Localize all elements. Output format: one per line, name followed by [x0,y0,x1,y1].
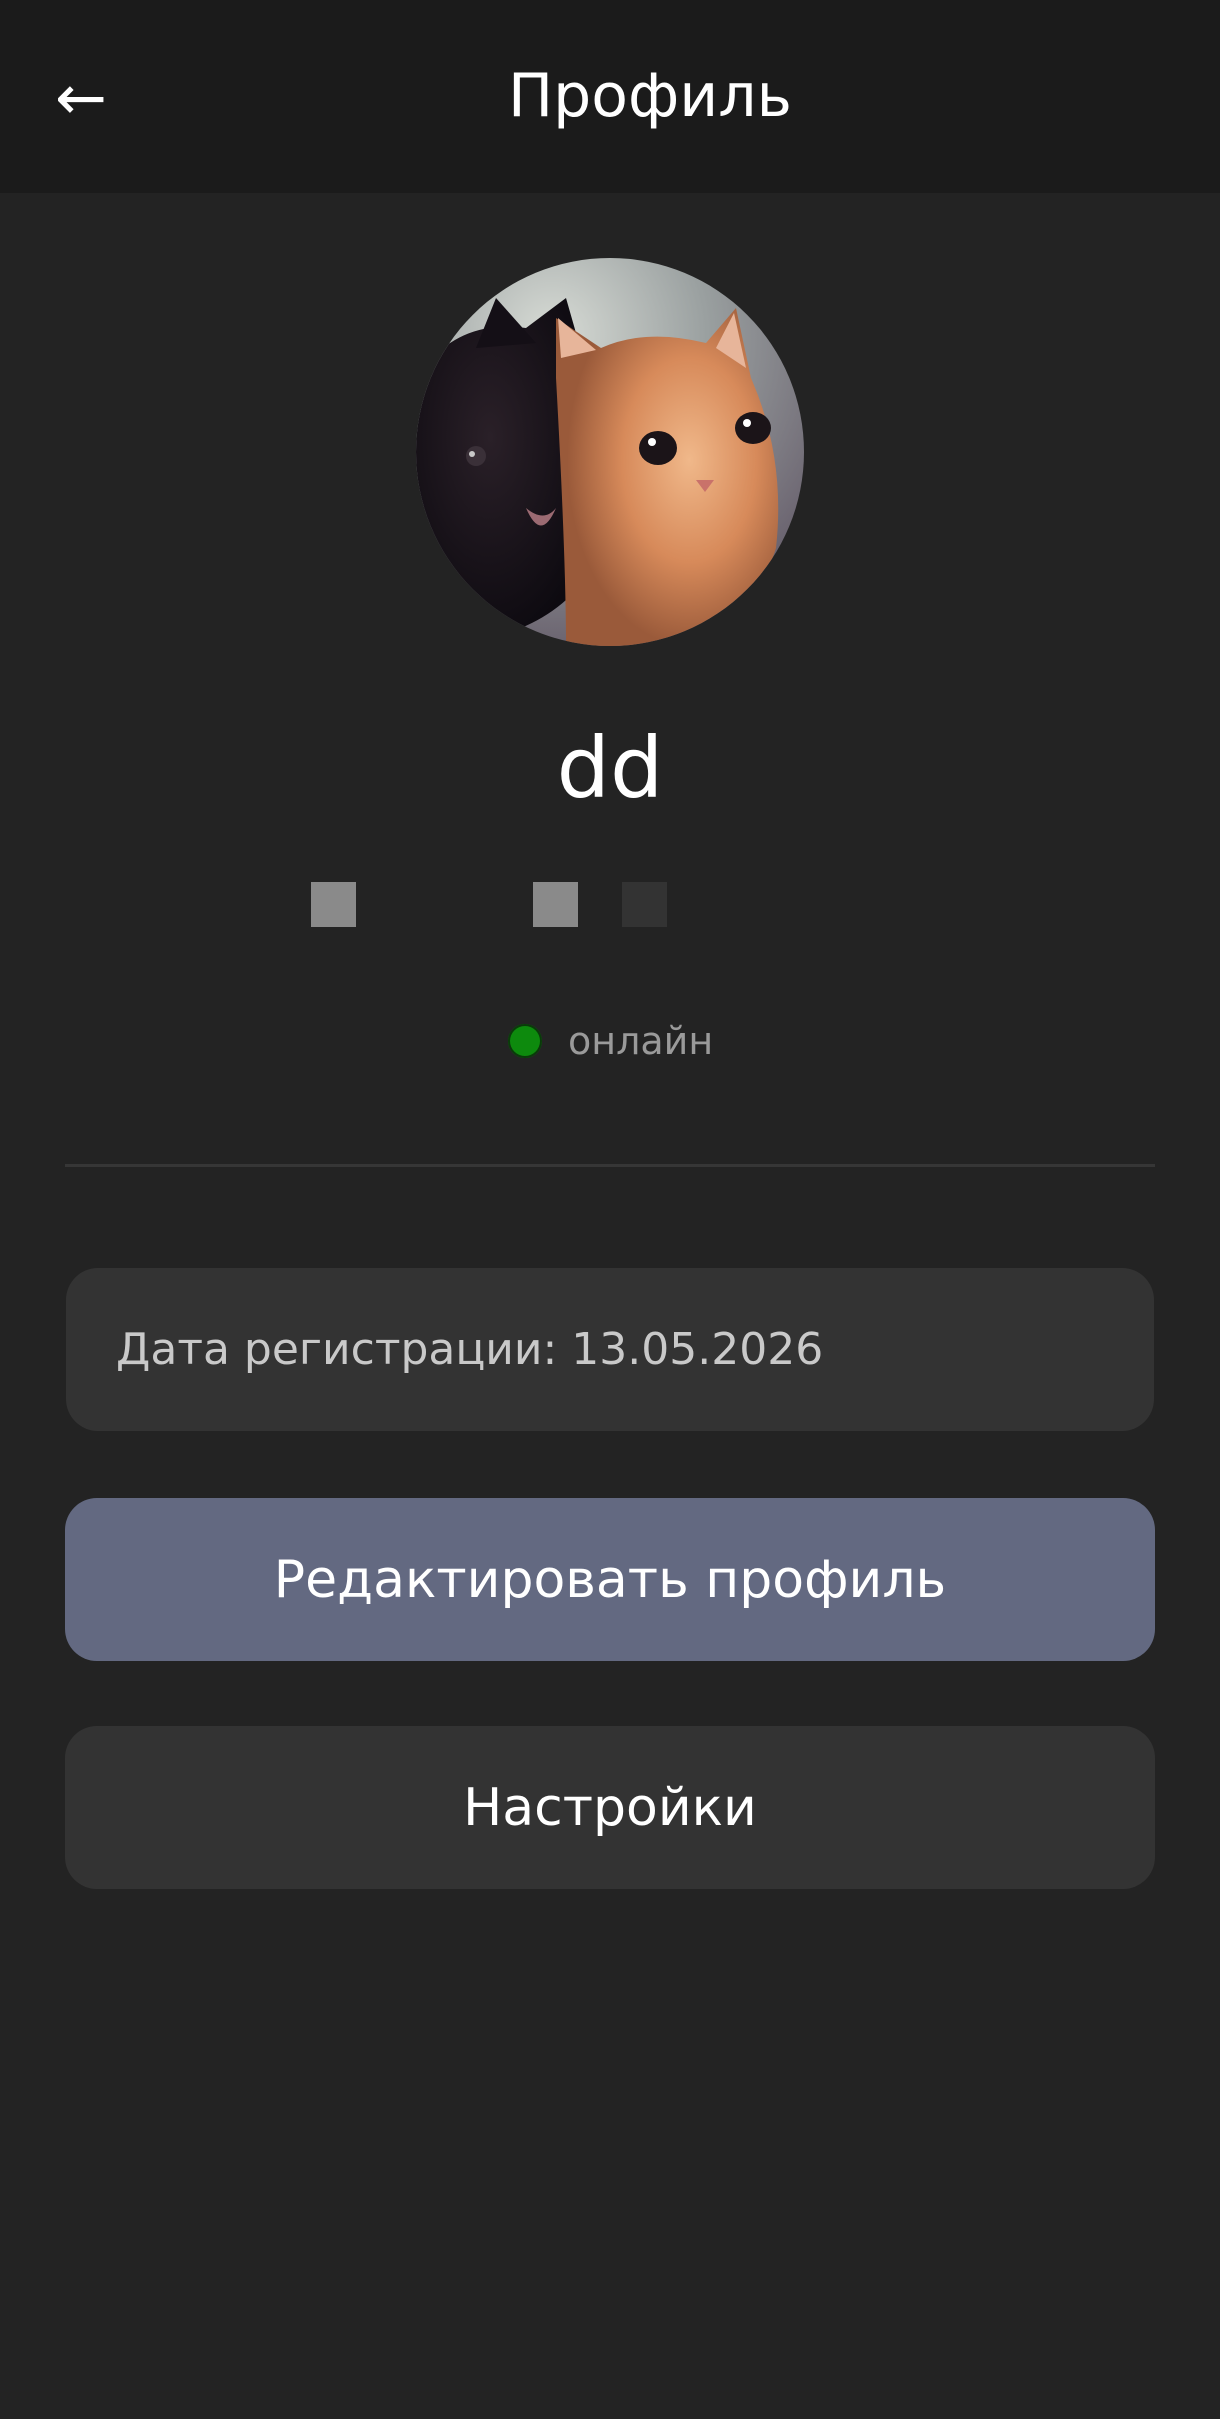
placeholder-block [533,882,578,927]
edit-profile-button[interactable]: Редактировать профиль [65,1498,1155,1661]
divider [65,1164,1155,1167]
avatar-photo [416,258,804,646]
profile-screen: ← Профиль dd онлайн Дата регистрации: 13… [0,0,1220,2419]
registration-date-text: Дата регистрации: 13.05.2026 [116,1324,824,1375]
placeholder-block [622,882,667,927]
top-bar: ← Профиль [0,0,1220,193]
page-title: Профиль [508,61,792,131]
settings-button[interactable]: Настройки [65,1726,1155,1889]
registration-date-card: Дата регистрации: 13.05.2026 [66,1268,1154,1431]
avatar[interactable] [416,258,804,646]
status-text: онлайн [568,1019,714,1063]
username: dd [556,719,664,817]
status-indicator: онлайн [508,1016,713,1066]
online-dot-icon [508,1024,542,1058]
placeholder-block [311,882,356,927]
